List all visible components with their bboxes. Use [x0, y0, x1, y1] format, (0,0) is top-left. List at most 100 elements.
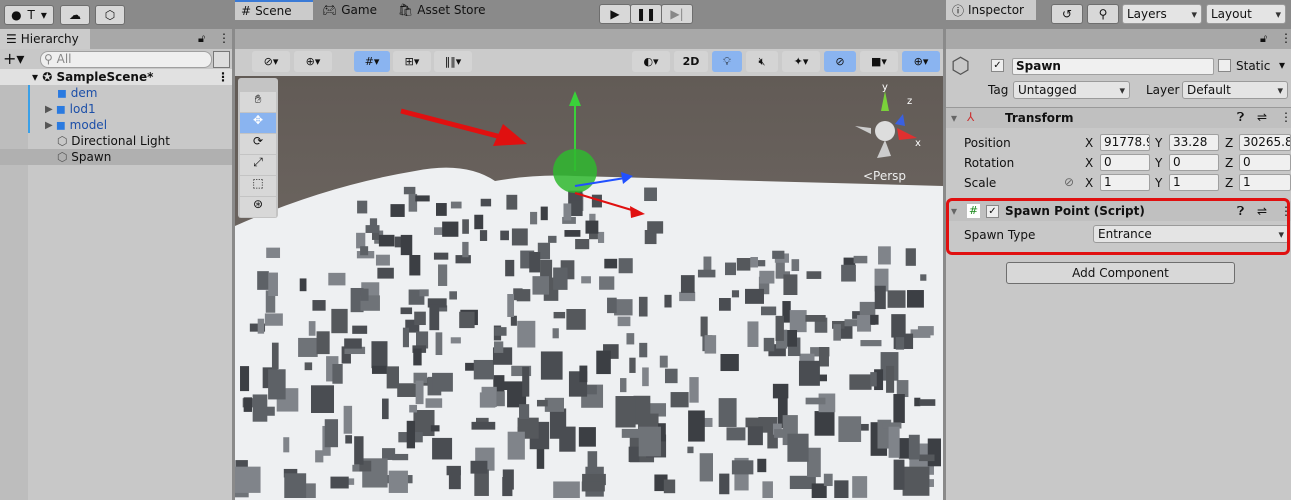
building: [870, 314, 879, 325]
hand-tool[interactable]: ✋︎: [240, 92, 276, 112]
snap-button[interactable]: ⊞▾: [393, 51, 431, 72]
more-icon[interactable]: ⋮: [217, 70, 229, 84]
scale-x-input[interactable]: 1: [1100, 174, 1150, 191]
search-mode-button[interactable]: [213, 51, 230, 68]
draw-mode-button[interactable]: ⊘▾: [252, 51, 290, 72]
tab-asset-store[interactable]: 🛍︎ Asset Store: [392, 0, 486, 20]
building: [918, 454, 935, 462]
cloud-button[interactable]: ☁: [60, 5, 90, 25]
scene-root-row[interactable]: ▾ ✪ SampleScene* ⋮: [0, 69, 232, 85]
more-icon[interactable]: ⋮: [1280, 110, 1291, 124]
expand-arrow-icon[interactable]: ▶: [45, 104, 56, 115]
position-y-input[interactable]: 33.28: [1169, 134, 1219, 151]
active-checkbox[interactable]: ✓: [991, 59, 1004, 72]
object-name-input[interactable]: Spawn: [1012, 58, 1214, 75]
audio-mute-icon: 🔇︎: [758, 54, 766, 68]
tag-dropdown[interactable]: Untagged: [1013, 81, 1130, 99]
rotation-y-input[interactable]: 0: [1169, 154, 1219, 171]
play-icon: ▶: [610, 7, 620, 21]
layout-dropdown[interactable]: Layout: [1206, 4, 1286, 24]
scale-z-input[interactable]: 1: [1239, 174, 1291, 191]
tab-inspector[interactable]: ⓘ Inspector: [946, 0, 1036, 20]
play-button[interactable]: ▶: [599, 4, 631, 24]
expand-arrow-icon[interactable]: ▾: [32, 70, 42, 84]
tab-scene[interactable]: # Scene: [235, 0, 313, 20]
building: [375, 254, 390, 266]
building: [450, 337, 461, 344]
static-checkbox[interactable]: [1218, 59, 1231, 72]
increment-snap-button[interactable]: ‖‖▾: [434, 51, 472, 72]
account-button[interactable]: ● T ▾: [4, 5, 54, 25]
presets-icon[interactable]: ⇌: [1257, 110, 1267, 124]
mode-2d-button[interactable]: 2D: [674, 51, 708, 72]
shading-button[interactable]: ◐▾: [632, 51, 670, 72]
grid-snap-button[interactable]: #▾: [354, 51, 390, 72]
history-icon: ↺: [1061, 7, 1073, 21]
collab-button[interactable]: ⬡: [95, 5, 125, 25]
building: [479, 230, 488, 241]
scene-viewport[interactable]: y z x <Persp: [235, 76, 943, 500]
building: [757, 260, 766, 267]
layers-dropdown[interactable]: Layers: [1122, 4, 1202, 24]
building: [814, 411, 835, 436]
building: [540, 351, 563, 380]
scale-tool[interactable]: ⤢: [240, 155, 276, 175]
rotation-x-input[interactable]: 0: [1100, 154, 1150, 171]
hidden-objects-button[interactable]: ⊘: [824, 51, 856, 72]
rotation-z-input[interactable]: 0: [1239, 154, 1291, 171]
collapse-arrow-icon[interactable]: ▾: [951, 111, 957, 125]
effects-button[interactable]: ✦▾: [782, 51, 820, 72]
rect-tool[interactable]: ⬚: [240, 176, 276, 196]
search-button[interactable]: ⚲: [1087, 4, 1119, 24]
building: [745, 288, 764, 304]
list-item[interactable]: ⬡ Directional Light: [0, 133, 232, 149]
layer-dropdown[interactable]: Default: [1182, 81, 1288, 99]
list-item-selected[interactable]: ⬡ Spawn: [0, 149, 232, 165]
rotate-tool[interactable]: ⟳: [240, 134, 276, 154]
gizmos-button[interactable]: ⊕▾: [902, 51, 940, 72]
move-tool[interactable]: ✥: [240, 113, 276, 133]
info-icon: ⓘ: [952, 3, 965, 18]
rotation-label: Rotation: [964, 156, 1015, 170]
static-dropdown-icon[interactable]: ▾: [1279, 58, 1285, 72]
history-button[interactable]: ↺: [1051, 4, 1083, 24]
lock-icon[interactable]: 🔓︎: [1260, 32, 1267, 46]
scene-visibility-button[interactable]: ⊕▾: [294, 51, 332, 72]
add-icon[interactable]: +▾: [3, 49, 24, 68]
constrain-proportions-icon[interactable]: ⊘: [1064, 175, 1074, 189]
building: [581, 276, 591, 284]
help-icon[interactable]: ❓︎: [1237, 110, 1244, 125]
camera-button[interactable]: ■▾: [860, 51, 898, 72]
list-item[interactable]: ◼ dem: [0, 85, 232, 101]
building: [833, 324, 841, 341]
building: [553, 481, 580, 498]
step-icon: ▶|: [670, 7, 684, 21]
more-icon[interactable]: ⋮: [218, 31, 230, 45]
add-component-button[interactable]: Add Component: [1006, 262, 1235, 284]
more-icon[interactable]: ⋮: [1280, 31, 1291, 45]
building: [910, 329, 931, 338]
position-z-input[interactable]: 30265.8: [1239, 134, 1291, 151]
position-x-label: X: [1085, 136, 1094, 150]
building: [887, 290, 906, 308]
step-button[interactable]: ▶|: [661, 4, 693, 24]
building: [895, 337, 905, 350]
lighting-button[interactable]: 💡︎: [712, 51, 742, 72]
building: [257, 318, 265, 334]
expand-arrow-icon[interactable]: ▶: [45, 120, 56, 131]
tab-hierarchy[interactable]: ☰ Hierarchy: [0, 29, 90, 49]
lock-icon[interactable]: 🔓︎: [198, 32, 205, 46]
scale-y-input[interactable]: 1: [1169, 174, 1219, 191]
building: [638, 296, 648, 317]
building: [664, 368, 678, 384]
building: [849, 374, 872, 390]
list-item[interactable]: ▶ ◼ lod1: [0, 101, 232, 117]
building: [506, 194, 518, 210]
audio-button[interactable]: 🔇︎: [746, 51, 778, 72]
hierarchy-search-input[interactable]: ⚲ All: [40, 51, 212, 68]
pause-button[interactable]: ❚❚: [630, 4, 662, 24]
transform-tool[interactable]: ⊛: [240, 197, 276, 217]
position-x-input[interactable]: 91778.9: [1100, 134, 1150, 151]
list-item[interactable]: ▶ ◼ model: [0, 117, 232, 133]
tab-game[interactable]: 🎮︎ Game: [316, 0, 377, 20]
